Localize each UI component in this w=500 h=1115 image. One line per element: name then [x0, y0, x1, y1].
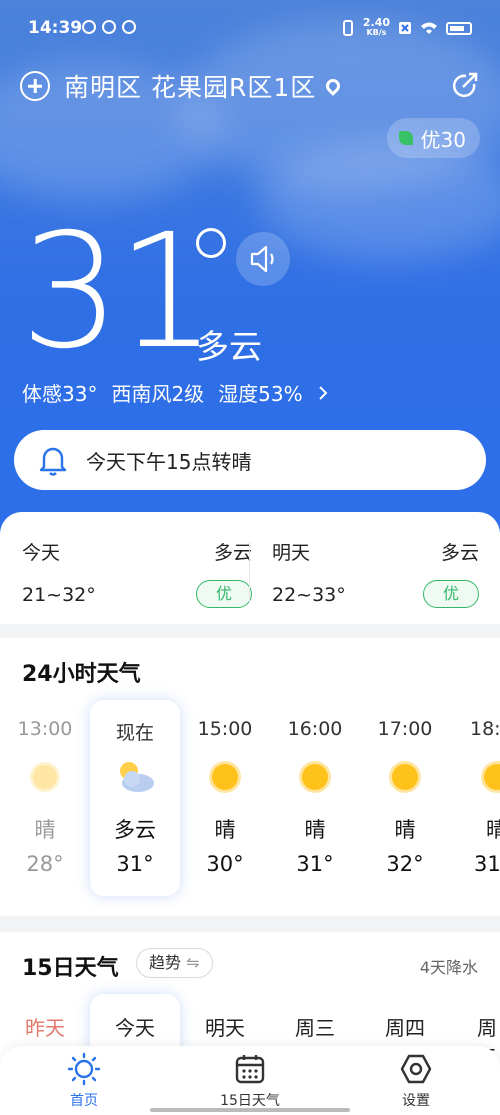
hour-temp: 31°: [474, 852, 500, 876]
net-speed-unit: KB/s: [366, 28, 387, 37]
weather-details[interactable]: 体感33° 西南风2级 湿度53%: [22, 378, 329, 407]
divider: [249, 542, 250, 602]
sun-icon: [389, 761, 421, 793]
home-indicator[interactable]: [150, 1108, 350, 1112]
humidity: 湿度53%: [218, 382, 303, 406]
forecast-day-label: 今天: [115, 1016, 155, 1040]
hour-time: 现在: [115, 722, 154, 744]
section-title: 15日天气: [22, 956, 119, 981]
status-right-icons: 2.40 KB/s: [341, 16, 472, 38]
hour-condition: 晴: [34, 818, 56, 842]
net-speed-value: 2.40: [362, 16, 390, 29]
hour-item-now[interactable]: 现在 多云 31°: [90, 700, 180, 896]
vibrate-icon: [342, 20, 353, 36]
location-bar: 南明区 花果园R区1区: [20, 68, 480, 104]
hour-temp: 30°: [206, 852, 244, 876]
hour-condition: 多云: [114, 818, 156, 842]
nav-label: 首页: [70, 1093, 98, 1109]
aqi-pill: 优: [423, 580, 479, 608]
hour-item[interactable]: 15:00 晴 30°: [180, 700, 270, 896]
swap-icon: ⇋: [186, 953, 200, 972]
section-title: 24小时天气: [22, 662, 141, 687]
degree-symbol: [196, 228, 226, 258]
bell-icon: [39, 447, 67, 476]
day-condition: 多云: [440, 542, 479, 564]
bottom-nav: 首页 15日天气 设置: [0, 1046, 500, 1115]
nav-forecast[interactable]: 15日天气: [190, 1052, 310, 1110]
nav-settings[interactable]: 设置: [356, 1052, 476, 1110]
sun-icon: [30, 762, 60, 792]
cloud-decoration: [260, 140, 500, 260]
aqi-pill: 优: [196, 580, 252, 608]
hour-item[interactable]: 17:00 晴 32°: [360, 700, 450, 896]
alert-text: 今天下午15点转晴: [86, 449, 252, 474]
hour-condition: 晴: [394, 818, 416, 842]
hour-temp: 31°: [296, 852, 334, 876]
net-speed: 2.40 KB/s: [362, 16, 390, 38]
chevron-right-icon: [318, 385, 328, 400]
hour-temp: 32°: [386, 852, 424, 876]
today-tomorrow-card: 今天 多云 21~32° 优 明天 多云 22~33° 优: [0, 512, 500, 624]
day-temp-range: 21~32°: [22, 584, 96, 606]
share-button[interactable]: [450, 70, 480, 100]
forecast-day-label: 明天: [205, 1016, 245, 1040]
wifi-icon: [421, 22, 437, 34]
partly-cloudy-icon: [120, 762, 154, 792]
forecast-day-label: 周四: [385, 1016, 425, 1040]
gear-icon: [400, 1054, 432, 1084]
sim-off-icon: [399, 22, 411, 34]
day-temp-range: 22~33°: [272, 584, 346, 606]
current-temperature: 31: [20, 200, 217, 384]
today-summary[interactable]: 今天 多云 21~32° 优: [22, 512, 252, 624]
wind: 西南风2级: [111, 382, 205, 406]
trend-label: 趋势: [149, 953, 182, 972]
hour-temp: 28°: [26, 852, 64, 876]
calendar-icon: [235, 1055, 265, 1084]
forecast-day-label: 昨天: [25, 1016, 65, 1040]
aqi-value: 优30: [420, 127, 466, 152]
aqi-badge[interactable]: 优30: [386, 118, 480, 158]
sun-icon: [299, 761, 331, 793]
hour-time: 17:00: [377, 718, 433, 740]
notification-icon: [102, 20, 116, 34]
hour-condition: 晴: [304, 818, 326, 842]
hour-time: 18:00: [470, 718, 500, 740]
location-pin-icon: [323, 76, 344, 96]
battery-icon: [446, 21, 472, 35]
sun-icon: [67, 1052, 101, 1086]
current-condition: 多云: [196, 327, 262, 366]
trend-toggle-button[interactable]: 趋势 ⇋: [136, 948, 213, 978]
status-time: 14:39: [28, 18, 83, 38]
hour-time: 13:00: [17, 718, 73, 740]
notification-icon: [82, 20, 96, 34]
add-city-button[interactable]: [20, 71, 50, 101]
weather-alert[interactable]: 今天下午15点转晴: [14, 430, 486, 490]
voice-broadcast-button[interactable]: [236, 232, 290, 286]
status-bar: 14:39 2.40 KB/s: [0, 0, 500, 56]
leaf-icon: [398, 131, 413, 145]
day-condition: 多云: [213, 542, 252, 564]
feels-like: 体感33°: [22, 382, 98, 406]
sun-icon: [481, 761, 500, 793]
location-name[interactable]: 南明区 花果园R区1区: [64, 68, 316, 104]
nav-label: 15日天气: [220, 1093, 280, 1109]
hour-condition: 晴: [214, 818, 236, 842]
nav-home[interactable]: 首页: [24, 1052, 144, 1110]
hour-item[interactable]: 18:00 晴 31°: [450, 700, 500, 896]
hour-item[interactable]: 13:00 晴 28°: [0, 700, 90, 896]
rain-note: 4天降水: [419, 958, 478, 977]
hour-item[interactable]: 16:00 晴 31°: [270, 700, 360, 896]
wechat-icon: [122, 20, 136, 34]
hour-time: 16:00: [287, 718, 343, 740]
hour-condition: 晴: [486, 818, 500, 842]
sun-icon: [209, 761, 241, 793]
forecast-day-label: 周三: [295, 1016, 335, 1040]
tomorrow-summary[interactable]: 明天 多云 22~33° 优: [272, 512, 479, 624]
hour-temp: 31°: [116, 852, 154, 876]
day-name: 明天: [272, 542, 311, 564]
hour-time: 15:00: [197, 718, 253, 740]
hourly-card: 24小时天气 13:00 晴 28° 现在 多云 31° 15:00 晴 30°…: [0, 638, 500, 916]
nav-label: 设置: [402, 1093, 430, 1109]
day-name: 今天: [22, 542, 61, 564]
